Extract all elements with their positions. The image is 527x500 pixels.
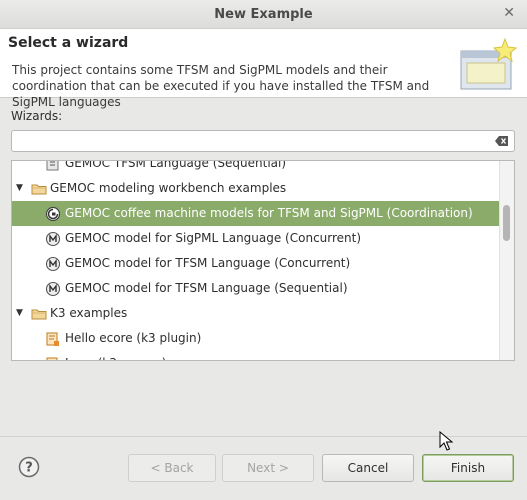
project-example-icon [46,161,59,171]
wizard-tree[interactable]: GEMOC TFSM Language (Sequential) ▼ GEMOC… [11,160,515,361]
tree-rows: GEMOC TFSM Language (Sequential) ▼ GEMOC… [12,160,502,360]
folder-icon [31,184,47,195]
finish-button[interactable]: Finish [422,454,514,482]
k3-example-icon [46,332,59,346]
filter-input[interactable] [16,132,490,152]
tree-item-label: GEMOC model for TFSM Language (Sequentia… [65,281,348,295]
expand-arrow-icon[interactable]: ▼ [16,301,28,326]
tree-item-label: GEMOC TFSM Language (Sequential) [65,160,287,170]
tree-item[interactable]: GEMOC model for SigPML Language (Concurr… [12,226,502,251]
folder-icon [31,309,47,320]
svg-text:?: ? [25,461,33,476]
scrollbar-thumb[interactable] [503,205,510,241]
new-example-dialog: New Example ✕ Select a wizard This proje… [0,0,527,500]
help-icon[interactable]: ? [18,456,40,478]
page-description: This project contains some TFSM and SigP… [12,63,430,109]
tree-item[interactable]: Logo (k3 maven) [12,351,502,360]
clear-filter-icon[interactable] [495,134,509,148]
next-button[interactable]: Next > [222,454,314,482]
gemoc-icon [45,231,61,247]
gemoc-icon [45,256,61,272]
tree-item[interactable]: ▼ GEMOC modeling workbench examples [12,176,502,201]
close-icon[interactable]: ✕ [503,5,515,21]
tree-scrollbar[interactable] [499,161,514,360]
wizards-label: Wizards: [11,109,63,123]
mouse-pointer-icon [439,431,453,451]
wizard-banner: Select a wizard This project contains so… [0,29,527,109]
tree-item-selected[interactable]: GEMOC coffee machine models for TFSM and… [12,201,502,226]
k3-example-icon [46,357,58,360]
cancel-button[interactable]: Cancel [322,454,414,482]
gemoc-icon [45,281,61,297]
tree-item[interactable]: GEMOC model for TFSM Language (Concurren… [12,251,502,276]
tree-item-label: GEMOC model for SigPML Language (Concurr… [65,231,362,245]
tree-item[interactable]: GEMOC TFSM Language (Sequential) [12,160,502,176]
tree-item-label: Logo (k3 maven) [65,351,166,360]
tree-item[interactable]: ▼ K3 examples [12,301,502,326]
tree-item-label: GEMOC modeling workbench examples [50,181,287,195]
window-title: New Example [214,7,313,22]
expand-arrow-icon[interactable]: ▼ [16,176,28,201]
title-bar: New Example ✕ [0,0,527,29]
back-button[interactable]: < Back [128,454,216,482]
tree-item-label: K3 examples [50,306,128,320]
wizard-filter[interactable] [11,130,515,152]
tree-item[interactable]: Hello ecore (k3 plugin) [12,326,502,351]
tree-item-label: Hello ecore (k3 plugin) [65,331,202,345]
tree-item[interactable]: GEMOC model for TFSM Language (Sequentia… [12,276,502,301]
gemoc-icon [45,206,61,222]
tree-item-label: GEMOC model for TFSM Language (Concurren… [65,256,351,270]
wizard-banner-icon [460,37,518,90]
page-title: Select a wizard [8,35,129,51]
tree-item-label: GEMOC coffee machine models for TFSM and… [65,206,473,220]
